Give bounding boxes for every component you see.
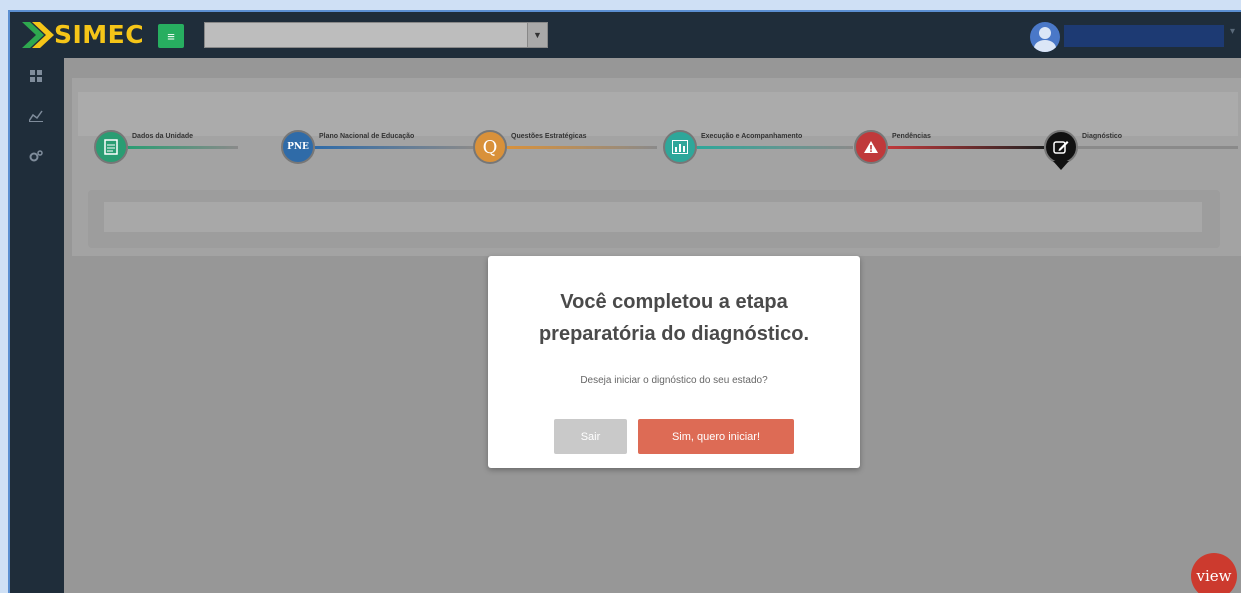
view-floating-button[interactable]: view (1191, 553, 1237, 593)
edit-icon (1044, 130, 1078, 164)
warning-icon (854, 130, 888, 164)
menu-toggle-button[interactable]: ≡ (158, 24, 184, 48)
confirmation-modal: Você completou a etapa preparatória do d… (488, 256, 860, 468)
user-menu-chevron-icon[interactable]: ▾ (1230, 26, 1235, 37)
modal-title: Você completou a etapa preparatória do d… (538, 291, 810, 345)
main-content: Dados da Unidade PNE Plano Nacional de E… (64, 58, 1241, 593)
dashboard-icon[interactable] (27, 70, 45, 84)
bar-chart-icon (663, 130, 697, 164)
q-icon: Q (473, 130, 507, 164)
user-name[interactable] (1064, 25, 1224, 47)
step-label: Plano Nacional de Educação (319, 133, 415, 140)
step-label: Diagnóstico (1082, 133, 1123, 140)
active-step-pointer (1053, 161, 1069, 170)
app-name: SIMEC (54, 20, 145, 49)
logo-arrow-icon (22, 22, 54, 48)
step-content-row (104, 202, 1202, 232)
cancel-button[interactable]: Sair (554, 419, 627, 454)
pne-icon: PNE (281, 130, 315, 164)
sidebar (10, 58, 64, 593)
top-navbar: SIMEC ≡ ▼ ▾ (10, 12, 1241, 58)
progress-stepper: Dados da Unidade PNE Plano Nacional de E… (94, 128, 1241, 188)
menu-icon: ≡ (167, 28, 175, 44)
step-label: Dados da Unidade (132, 133, 194, 140)
browser-frame: SIMEC ≡ ▼ ▾ Dados da Unidade PNE Plano N… (8, 10, 1241, 593)
step-label: Pendências (892, 133, 931, 140)
chevron-down-icon[interactable]: ▼ (527, 23, 547, 47)
context-select[interactable]: ▼ (204, 22, 548, 48)
settings-icon[interactable] (27, 150, 45, 164)
step-label: Questões Estratégicas (511, 133, 587, 140)
step-content-area (88, 190, 1220, 248)
user-avatar[interactable] (1030, 22, 1060, 52)
simec-logo[interactable]: SIMEC (22, 20, 162, 50)
chart-icon[interactable] (27, 110, 45, 124)
modal-subtitle: Deseja iniciar o dignóstico do seu estad… (580, 375, 768, 386)
document-icon (94, 130, 128, 164)
step-label: Execução e Acompanhamento (701, 133, 803, 140)
confirm-start-button[interactable]: Sim, quero iniciar! (638, 419, 794, 454)
